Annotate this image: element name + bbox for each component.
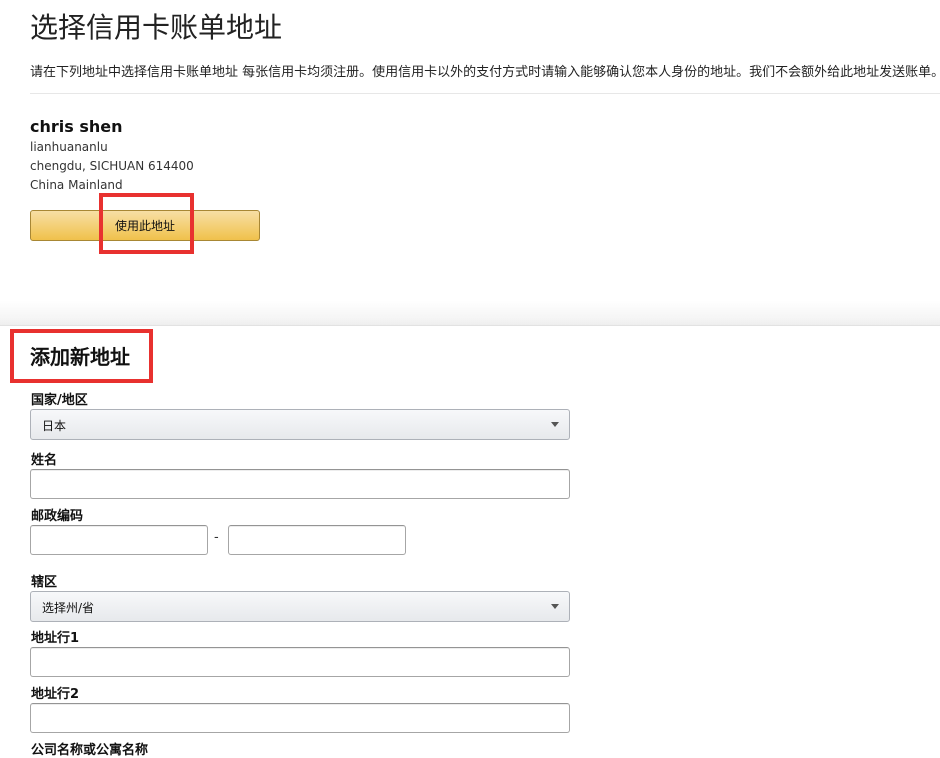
country-label: 国家/地区: [31, 393, 88, 408]
address-line-2-label: 地址行2: [31, 687, 80, 702]
prefecture-select[interactable]: 选择州/省: [30, 591, 570, 622]
country-select[interactable]: 日本: [30, 409, 570, 440]
name-input[interactable]: [30, 469, 570, 499]
divider: [30, 93, 940, 94]
address-line-2-input[interactable]: [30, 703, 570, 733]
postal-code-label: 邮政编码: [31, 509, 84, 524]
use-this-address-button[interactable]: 使用此地址: [30, 210, 260, 241]
address-line-2: chengdu, SICHUAN 614400: [30, 159, 194, 173]
address-line-1-input[interactable]: [30, 647, 570, 677]
intro-text: 请在下列地址中选择信用卡账单地址 每张信用卡均须注册。使用信用卡以外的支付方式时…: [30, 65, 940, 80]
add-new-address-title: 添加新地址: [30, 345, 130, 369]
postal-code-separator: -: [214, 530, 219, 545]
postal-code-input-2[interactable]: [228, 525, 406, 555]
name-label: 姓名: [31, 453, 58, 468]
prefecture-select-value: 选择州/省: [42, 601, 95, 615]
address-country: China Mainland: [30, 178, 123, 192]
address-line-1-label: 地址行1: [31, 631, 80, 646]
prefecture-label: 辖区: [31, 575, 58, 590]
country-select-value: 日本: [42, 419, 67, 433]
chevron-down-icon: [551, 422, 559, 427]
section-separator: [0, 300, 940, 326]
address-name: chris shen: [30, 117, 123, 136]
company-name-label: 公司名称或公寓名称: [31, 743, 149, 758]
page-title: 选择信用卡账单地址: [30, 11, 283, 44]
chevron-down-icon: [551, 604, 559, 609]
address-line-1: lianhuananlu: [30, 140, 108, 154]
postal-code-input-1[interactable]: [30, 525, 208, 555]
